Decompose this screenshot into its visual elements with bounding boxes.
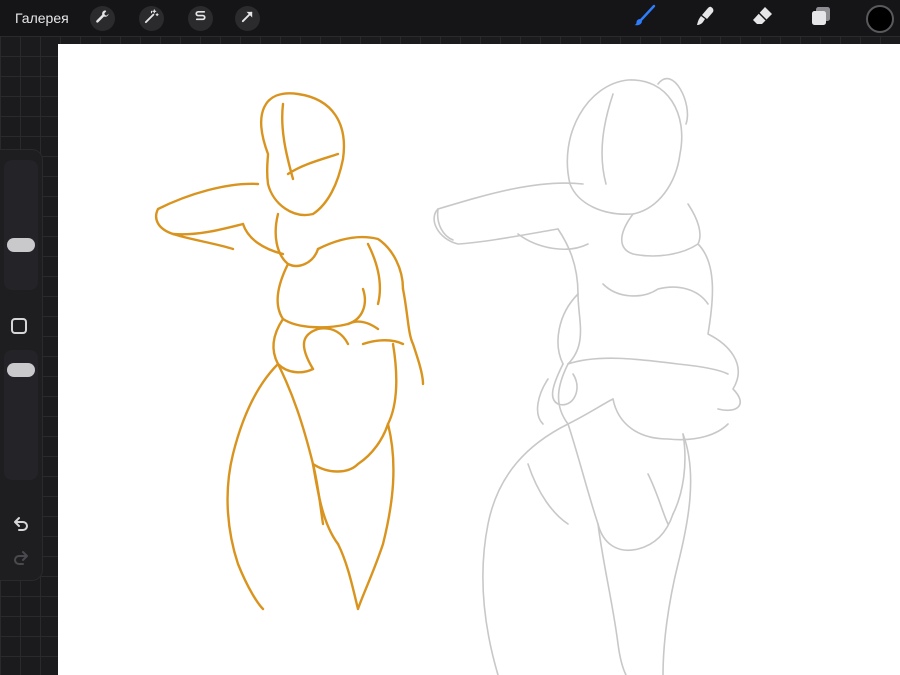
brush-icon [633, 4, 657, 33]
brush-size-thumb[interactable] [7, 238, 35, 252]
brush-size-slider[interactable] [4, 160, 38, 290]
magic-wand-icon [144, 8, 159, 29]
gallery-button[interactable]: Галерея [15, 10, 69, 26]
brush-tool-button[interactable] [632, 4, 658, 33]
wrench-icon [95, 9, 110, 29]
smudge-tool-button[interactable] [692, 5, 718, 31]
ink-sketch [154, 92, 425, 611]
transform-arrow-icon [240, 9, 255, 29]
transform-button[interactable] [235, 6, 260, 31]
selection-s-icon [193, 9, 208, 29]
smudge-icon [693, 4, 717, 33]
modify-square-icon[interactable] [11, 318, 27, 334]
top-toolbar: Галерея [0, 0, 900, 36]
redo-icon [11, 548, 31, 573]
opacity-slider[interactable] [4, 350, 38, 480]
sketch-artwork [154, 77, 741, 675]
undo-icon [11, 514, 31, 539]
opacity-thumb[interactable] [7, 363, 35, 377]
layers-icon [809, 4, 833, 33]
left-sidebar [0, 150, 42, 580]
eraser-icon [751, 4, 775, 33]
selection-button[interactable] [188, 6, 213, 31]
undo-button[interactable] [11, 516, 31, 536]
color-picker-button[interactable] [866, 5, 894, 33]
eraser-tool-button[interactable] [750, 5, 776, 31]
actions-button[interactable] [90, 6, 115, 31]
layers-button[interactable] [808, 5, 834, 31]
adjustments-button[interactable] [139, 6, 164, 31]
redo-button[interactable] [11, 550, 31, 570]
pencil-sketch [433, 77, 741, 675]
drawing-canvas[interactable] [58, 44, 900, 675]
